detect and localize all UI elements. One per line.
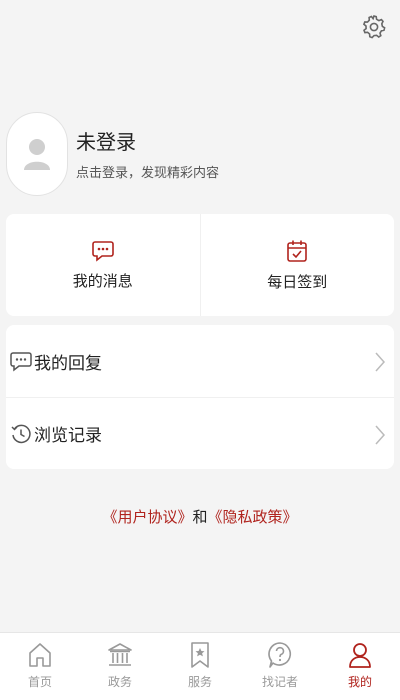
- question-bubble-icon: [268, 642, 292, 668]
- bottom-tab-bar: 首页 政务 服务 找记者 我的: [0, 632, 400, 700]
- tab-find-reporter[interactable]: 找记者: [240, 633, 320, 700]
- tab-government[interactable]: 政务: [80, 633, 160, 700]
- calendar-check-icon: [287, 240, 308, 262]
- history-icon: [11, 424, 31, 443]
- browse-history-label: 浏览记录: [34, 426, 102, 446]
- tab-mine[interactable]: 我的: [320, 633, 400, 700]
- chevron-right-icon: [375, 352, 386, 372]
- policy-conjunction: 和: [192, 508, 208, 526]
- home-icon: [29, 643, 51, 667]
- my-messages-label: 我的消息: [72, 271, 133, 290]
- tab-services[interactable]: 服务: [160, 633, 240, 700]
- daily-checkin-button[interactable]: 每日签到: [199, 214, 395, 316]
- login-prompt[interactable]: 未登录 点击登录，发现精彩内容: [6, 112, 400, 196]
- tab-services-label: 服务: [187, 675, 212, 689]
- default-avatar-icon: [24, 139, 50, 170]
- browse-history-item[interactable]: 浏览记录: [6, 397, 394, 469]
- user-agreement-link[interactable]: 《用户协议》: [102, 508, 192, 526]
- bookmark-star-icon: [191, 642, 209, 668]
- my-messages-button[interactable]: 我的消息: [6, 214, 200, 316]
- privacy-policy-link[interactable]: 《隐私政策》: [208, 508, 298, 526]
- menu-list-card: 我的回复 浏览记录: [6, 325, 394, 469]
- tab-home-label: 首页: [27, 675, 52, 689]
- tab-government-label: 政务: [107, 675, 132, 689]
- reply-icon: [10, 352, 32, 372]
- tab-mine-label: 我的: [347, 675, 372, 689]
- tab-find-reporter-label: 找记者: [261, 675, 298, 689]
- gear-icon: [362, 15, 386, 39]
- user-icon: [349, 643, 371, 668]
- my-replies-item[interactable]: 我的回复: [6, 325, 394, 397]
- government-icon: [108, 643, 132, 666]
- my-replies-label: 我的回复: [34, 353, 102, 374]
- chevron-right-icon: [375, 425, 386, 445]
- policy-links: 《用户协议》和《隐私政策》: [0, 506, 400, 527]
- login-hint: 点击登录，发现精彩内容: [76, 165, 220, 181]
- settings-button[interactable]: [362, 14, 386, 40]
- login-status: 未登录: [76, 129, 136, 154]
- avatar[interactable]: [6, 112, 68, 196]
- message-icon: [91, 240, 114, 262]
- quick-actions-card: 我的消息 每日签到: [6, 214, 394, 316]
- tab-home[interactable]: 首页: [0, 633, 80, 700]
- daily-checkin-label: 每日签到: [267, 272, 328, 291]
